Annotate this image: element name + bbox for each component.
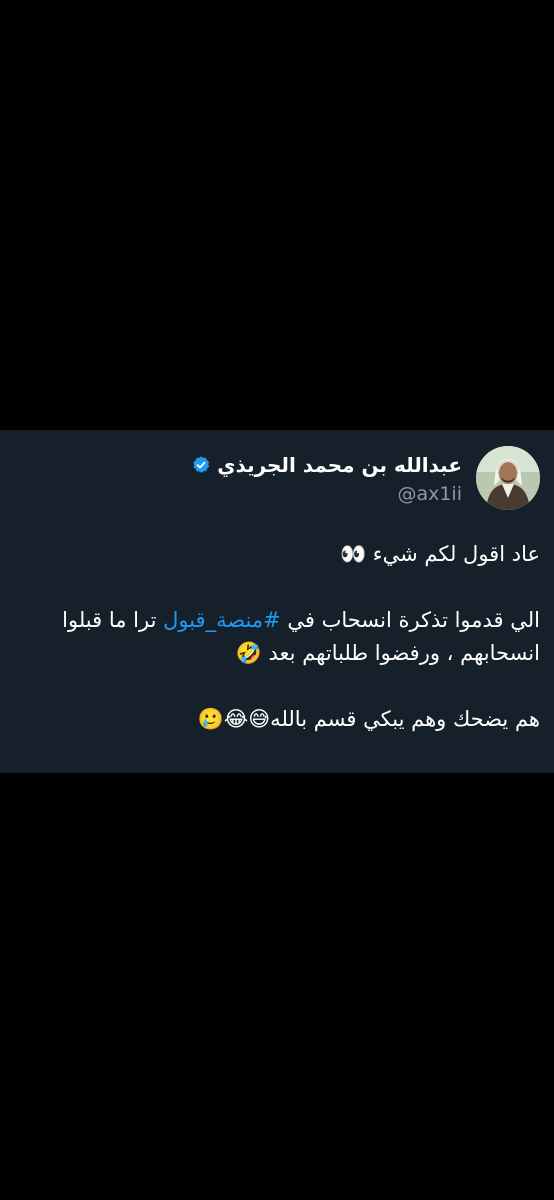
avatar[interactable] bbox=[476, 446, 540, 510]
tweet-line-2: الي قدموا تذكرة انسحاب في #منصة_قبول ترا… bbox=[14, 604, 540, 670]
tweet-line-1: عاد اقول لكم شيء 👀 bbox=[339, 542, 540, 566]
tweet-author[interactable]: عبدالله بن محمد الجريذي @ax1ii bbox=[191, 452, 462, 506]
tweet-card[interactable]: عبدالله بن محمد الجريذي @ax1ii عاد اقول … bbox=[0, 430, 554, 773]
hashtag-link[interactable]: #منصة_قبول bbox=[163, 608, 281, 632]
author-handle[interactable]: @ax1ii bbox=[191, 482, 462, 506]
tweet-text: عاد اقول لكم شيء 👀 الي قدموا تذكرة انسحا… bbox=[14, 538, 540, 736]
author-display-name[interactable]: عبدالله بن محمد الجريذي bbox=[217, 452, 462, 478]
verified-badge-icon bbox=[191, 455, 211, 475]
tweet-line-2-start: الي قدموا تذكرة انسحاب في bbox=[280, 608, 540, 632]
author-name-row: عبدالله بن محمد الجريذي bbox=[191, 452, 462, 478]
avatar-image bbox=[476, 446, 540, 510]
tweet-line-3: هم يضحك وهم يبكي قسم بالله😅😂🥲 bbox=[197, 707, 540, 731]
